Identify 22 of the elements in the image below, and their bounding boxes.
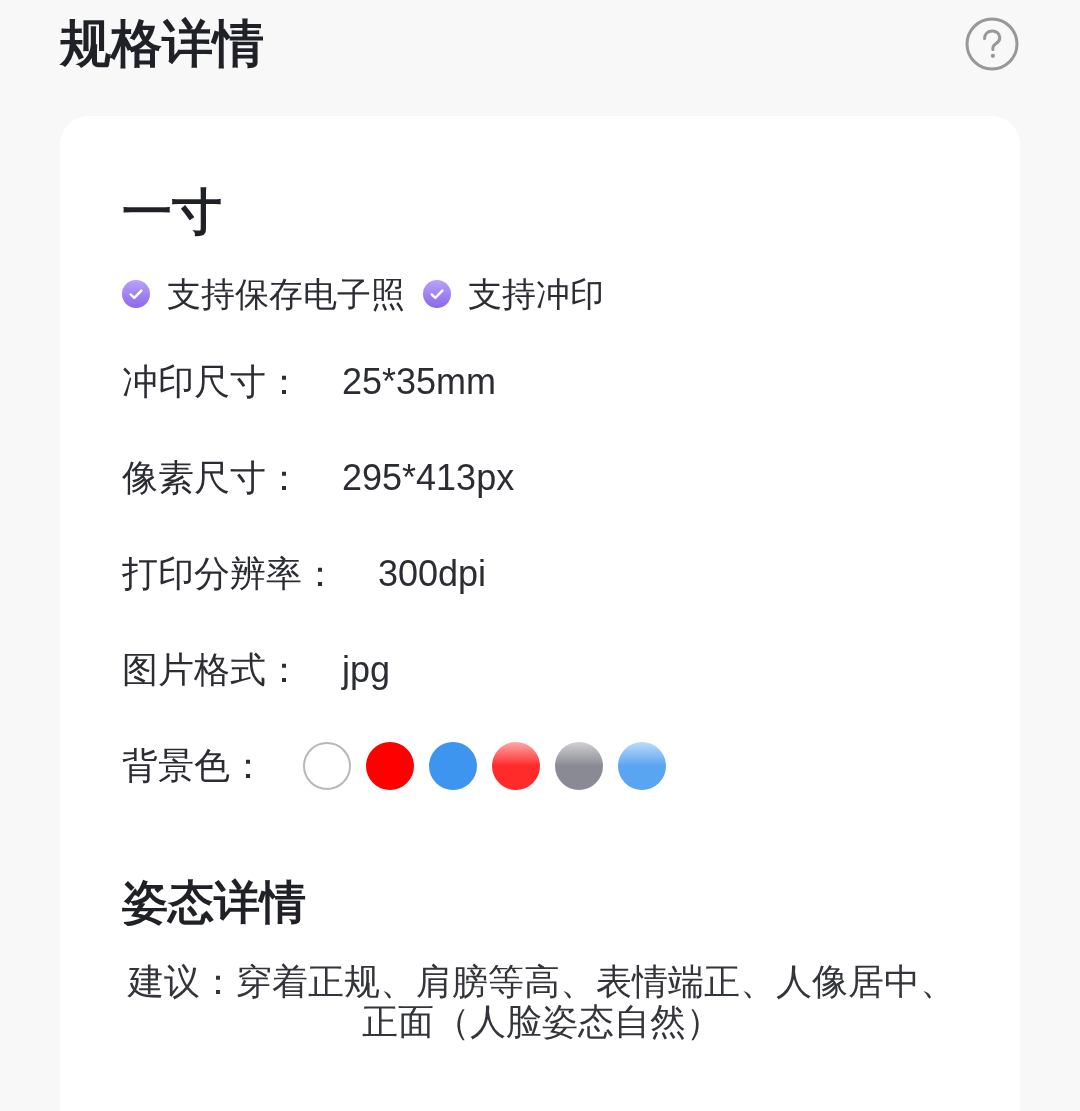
- help-icon[interactable]: [965, 17, 1019, 71]
- feature-label: 支持冲印: [468, 274, 604, 314]
- section-title: 姿态详情: [122, 875, 306, 930]
- spec-value: 25*35mm: [342, 360, 497, 404]
- color-swatch-icon[interactable]: [303, 742, 351, 790]
- spec-value: 295*413px: [342, 456, 515, 500]
- color-swatch-icon[interactable]: [492, 742, 540, 790]
- spec-value: 300dpi: [378, 552, 487, 596]
- spec-label: 背景色：: [122, 744, 266, 788]
- spec-name: 一寸: [122, 183, 222, 242]
- spec-label: 打印分辨率：: [122, 552, 338, 596]
- page-title: 规格详情: [60, 14, 264, 74]
- spec-label: 像素尺寸：: [122, 456, 302, 500]
- spec-label: 冲印尺寸：: [122, 360, 302, 404]
- color-swatch-icon[interactable]: [618, 742, 666, 790]
- color-swatch-icon[interactable]: [366, 742, 414, 790]
- spec-label: 图片格式：: [122, 648, 302, 692]
- color-swatch-icon[interactable]: [555, 742, 603, 790]
- color-swatch-icon[interactable]: [429, 742, 477, 790]
- feature-label: 支持保存电子照: [167, 274, 405, 314]
- advice-text: 建议：穿着正规、肩膀等高、表情端正、人像居中、正面（人脸姿态自然）: [126, 962, 957, 1042]
- spec-value: jpg: [342, 648, 391, 692]
